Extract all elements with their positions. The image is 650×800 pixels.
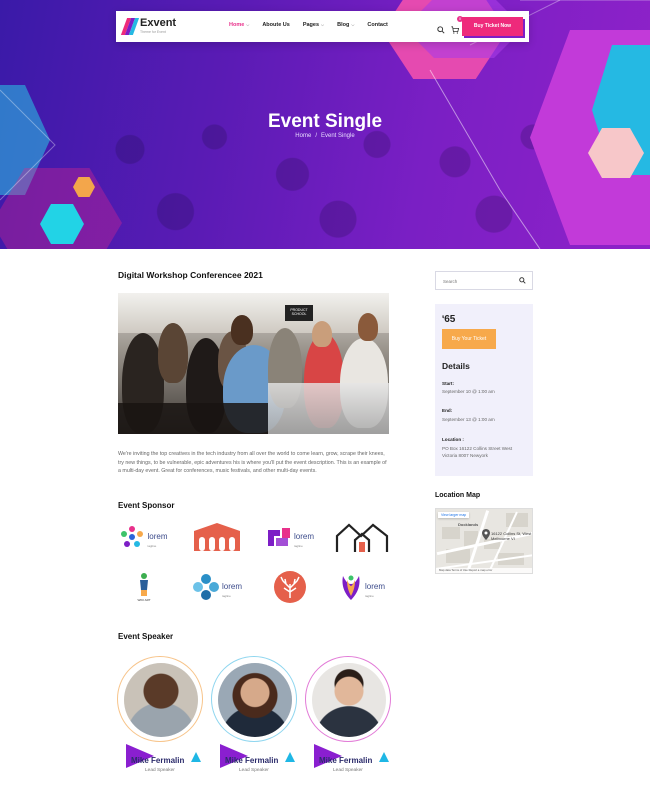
- details-heading: Details: [442, 361, 470, 371]
- logo-name: Exvent: [140, 17, 177, 29]
- sponsor-heading: Event Sponsor: [118, 501, 175, 510]
- menu-item-contact[interactable]: Contact: [367, 22, 387, 28]
- speaker-card-3: Mike Fermalin Lead Speaker: [306, 744, 396, 774]
- location-map[interactable]: View larger map Docklands 16122 Collins …: [435, 508, 533, 574]
- logo-mark-icon: [120, 18, 140, 36]
- speaker-name[interactable]: Mike Fermalin: [225, 756, 278, 765]
- main-menu: Home ⌵ Aboute Us Pages ⌵ Blog ⌵ Contact: [229, 22, 401, 28]
- price-value: 65: [444, 314, 456, 325]
- buy-ticket-now-button[interactable]: Buy Ticket Now: [462, 17, 523, 36]
- map-pin-label: 16122 Collins St, West Melbourne VI: [491, 531, 532, 541]
- menu-item-label: Contact: [367, 22, 388, 28]
- tree-logo-icon: [274, 571, 306, 603]
- sponsor-logo[interactable]: [261, 569, 319, 605]
- start-value: September 10 @ 1:00 am: [442, 389, 495, 394]
- start-label: Start:: [442, 381, 454, 386]
- logo-tagline: Theme for Event: [140, 30, 166, 34]
- site-logo[interactable]: Exvent Theme for Event: [120, 17, 179, 37]
- avatar: [218, 663, 292, 737]
- menu-item-home[interactable]: Home ⌵: [229, 22, 249, 28]
- avatar: [124, 663, 198, 737]
- ticket-price: $65: [442, 314, 455, 325]
- wiki-art-logo-icon: [140, 573, 148, 596]
- avatar: [312, 663, 386, 737]
- location-map-heading: Location Map: [435, 492, 481, 499]
- sponsor-logo[interactable]: lorem tagline: [188, 569, 246, 605]
- sponsor-tagline: tagline: [147, 544, 157, 548]
- breadcrumb-home[interactable]: Home: [295, 133, 311, 139]
- speaker-name[interactable]: Mike Fermalin: [319, 756, 372, 765]
- breadcrumb-current: Event Single: [320, 133, 355, 139]
- sponsor-logo[interactable]: lorem tagline: [261, 519, 319, 555]
- map-footer: Map data Terms of Use Report a map error: [436, 568, 532, 573]
- speaker-avatar[interactable]: [117, 656, 203, 742]
- sponsor-wordmark: lorem: [364, 582, 385, 591]
- star-logo-icon: [121, 526, 144, 547]
- event-description: We're inviting the top creatives in the …: [118, 451, 387, 475]
- sponsor-logo[interactable]: WIKI ART: [115, 569, 173, 605]
- sponsor-tagline: tagline: [364, 594, 374, 598]
- flame-logo-icon: [342, 575, 360, 600]
- speaker-role: Lead Speaker: [239, 768, 269, 773]
- buy-your-ticket-button[interactable]: Buy Your Ticket: [442, 329, 496, 349]
- speaker-card-2: Mike Fermalin Lead Speaker: [212, 744, 302, 774]
- chevron-down-icon: ⌵: [321, 22, 325, 27]
- nav-icons: 0: [437, 16, 463, 34]
- speaker-name[interactable]: Mike Fermalin: [131, 756, 184, 765]
- photo-sign: PRODUCT SCHOOL: [285, 305, 313, 321]
- ticket-details-card: $65 Buy Your Ticket Details Start: Septe…: [435, 304, 533, 476]
- end-label: End:: [442, 408, 453, 413]
- event-photo: PRODUCT SCHOOL: [118, 293, 389, 434]
- location-value: PO Box 16122 Collins Street West Victori…: [442, 446, 513, 458]
- menu-item-pages[interactable]: Pages ⌵: [303, 22, 324, 28]
- speaker-avatar[interactable]: [211, 656, 297, 742]
- map-pin-icon[interactable]: [482, 529, 490, 540]
- sponsor-tagline: tagline: [221, 594, 231, 598]
- event-title: Digital Workshop Conferencee 2021: [118, 270, 263, 280]
- purple-blocks-logo-icon: [267, 528, 290, 546]
- view-larger-map-link[interactable]: View larger map: [438, 512, 470, 518]
- speaker-avatar[interactable]: [305, 656, 391, 742]
- speaker-role: Lead Speaker: [333, 768, 363, 773]
- speaker-role: Lead Speaker: [145, 768, 175, 773]
- search-icon[interactable]: [519, 277, 526, 284]
- menu-item-about[interactable]: Aboute Us: [262, 22, 290, 28]
- sponsor-logo[interactable]: [333, 519, 391, 555]
- page: Event Single Home / Event Single Exvent Th…: [0, 0, 650, 800]
- speaker-heading: Event Speaker: [118, 632, 174, 641]
- arch-logo-icon: [194, 523, 240, 551]
- sponsor-tagline: WIKI ART: [137, 598, 151, 602]
- menu-item-label: Aboute Us: [262, 22, 290, 28]
- sponsor-logo[interactable]: lorem tagline: [115, 519, 173, 555]
- menu-item-blog[interactable]: Blog ⌵: [337, 22, 354, 28]
- chevron-down-icon: ⌵: [246, 22, 250, 27]
- page-title: Event Single: [267, 111, 383, 132]
- top-navbar: Exvent Theme for Event Home ⌵ Aboute Us P…: [116, 11, 529, 42]
- breadcrumb-separator: /: [315, 133, 317, 139]
- location-label: Location :: [442, 437, 464, 442]
- search-input[interactable]: [443, 276, 513, 286]
- map-area-label: Docklands: [458, 522, 479, 527]
- search-box: [435, 271, 533, 290]
- menu-item-label: Blog: [337, 22, 350, 28]
- breadcrumb: Home / Event Single: [0, 133, 650, 139]
- decor-triangle-icon: [379, 752, 389, 762]
- decor-triangle-icon: [285, 752, 295, 762]
- chevron-down-icon: ⌵: [351, 22, 355, 27]
- end-value: September 13 @ 1:00 am: [442, 417, 495, 422]
- sponsor-wordmark: lorem: [293, 532, 314, 541]
- search-icon[interactable]: [437, 21, 445, 34]
- sponsor-wordmark: lorem: [221, 582, 242, 591]
- sponsor-tagline: tagline: [293, 544, 303, 548]
- speaker-card-1: Mike Fermalin Lead Speaker: [118, 744, 208, 774]
- menu-item-label: Pages: [302, 22, 320, 28]
- menu-item-label: Home: [229, 22, 245, 28]
- sponsor-logo[interactable]: [188, 519, 246, 555]
- sponsor-logo[interactable]: lorem tagline: [333, 569, 391, 605]
- sponsor-wordmark: lorem: [147, 532, 168, 541]
- cart-icon[interactable]: 0: [451, 16, 463, 34]
- house-logo-icon: [335, 523, 389, 552]
- swirl-logo-icon: [192, 574, 219, 600]
- decor-triangle-icon: [191, 752, 201, 762]
